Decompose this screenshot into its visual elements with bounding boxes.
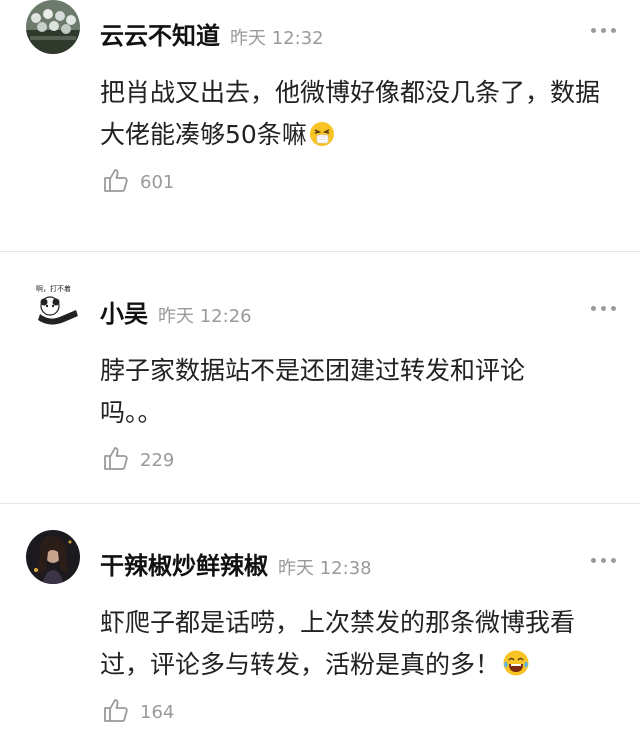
more-options-icon[interactable] (591, 28, 616, 33)
thumbs-up-icon (102, 444, 130, 476)
comment-list: 云云不知道 昨天 12:32 把肖战叉出去，他微博好像都没几条了，数据大佬能凑够5… (0, 0, 640, 730)
comment-time: 昨天 12:38 (278, 558, 372, 579)
comment-time: 昨天 12:32 (230, 28, 324, 49)
comment-item: 啊，打不着 小吴 昨天 12:26 脖子家数据站不是还团建过转发和评论吗。。 2… (0, 252, 640, 504)
laughing-tears-emoji-icon (502, 648, 530, 690)
avatar[interactable] (26, 530, 80, 584)
more-options-icon[interactable] (591, 558, 616, 563)
like-button[interactable]: 601 (102, 166, 174, 198)
avatar-caption: 啊，打不着 (36, 284, 71, 293)
like-count: 601 (140, 171, 175, 193)
like-button[interactable]: 229 (102, 444, 174, 476)
like-count: 229 (140, 449, 175, 471)
comment-text: 虾爬子都是话唠，上次禁发的那条微博我看过，评论多与转发，活粉是真的多！ (100, 602, 615, 690)
comment-item: 云云不知道 昨天 12:32 把肖战叉出去，他微博好像都没几条了，数据大佬能凑够5… (0, 0, 640, 252)
username[interactable]: 干辣椒炒鲜辣椒 昨天 12:38 (100, 546, 372, 581)
thumbs-up-icon (102, 166, 130, 198)
avatar[interactable] (26, 0, 80, 54)
sneeze-emoji-icon (309, 118, 335, 160)
thumbs-up-icon (102, 696, 130, 728)
comment-text: 把肖战叉出去，他微博好像都没几条了，数据大佬能凑够50条嘛 (100, 72, 615, 160)
more-options-icon[interactable] (591, 306, 616, 311)
comment-text: 脖子家数据站不是还团建过转发和评论吗。。 (100, 356, 526, 427)
avatar[interactable]: 啊，打不着 (26, 278, 80, 332)
like-button[interactable]: 164 (102, 696, 174, 728)
username[interactable]: 云云不知道 昨天 12:32 (100, 16, 324, 51)
like-count: 164 (140, 701, 175, 723)
username[interactable]: 小吴 昨天 12:26 (100, 294, 252, 329)
comment-item: 干辣椒炒鲜辣椒 昨天 12:38 虾爬子都是话唠，上次禁发的那条微博我看过，评论多… (0, 504, 640, 730)
comment-time: 昨天 12:26 (158, 306, 252, 327)
